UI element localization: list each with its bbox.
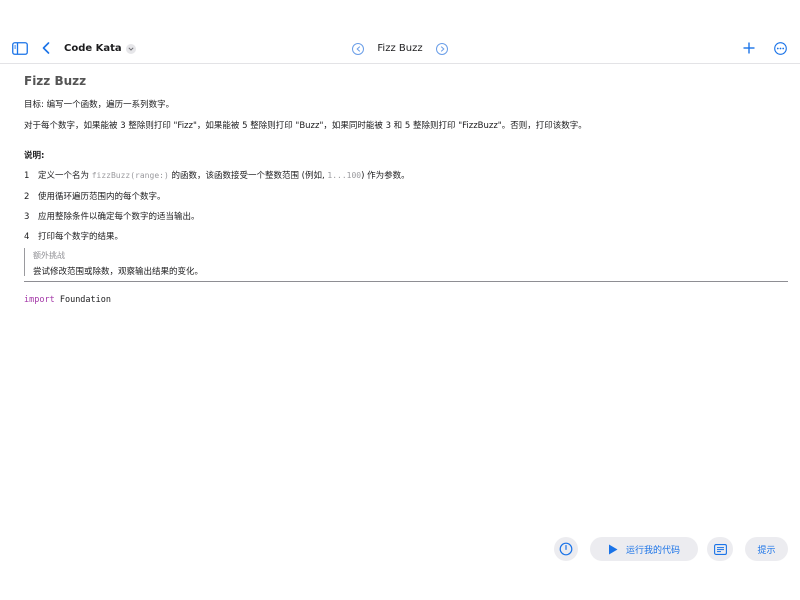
step-number: 1: [24, 171, 30, 181]
add-button[interactable]: [742, 41, 756, 55]
callout-body: 尝试修改范围或除数，观察输出结果的变化。: [33, 267, 204, 277]
hint-label: 提示: [757, 545, 776, 556]
chevron-left-icon: [42, 42, 50, 54]
page-navigator: Fizz Buzz: [352, 34, 448, 63]
sidebar-icon: [12, 41, 28, 55]
step-number: 3: [24, 212, 30, 222]
callout-title: 额外挑战: [33, 251, 65, 260]
toolbar: Code Kata Fizz Buzz: [0, 34, 800, 64]
code-editor[interactable]: import Foundation: [24, 295, 111, 305]
timer-button[interactable]: [554, 537, 578, 561]
extra-challenge-callout: 额外挑战 尝试修改范围或除数，观察输出结果的变化。: [24, 248, 203, 277]
plus-icon: [743, 42, 755, 54]
notes-heading: 说明:: [24, 151, 45, 161]
back-button[interactable]: [40, 41, 52, 55]
run-code-button[interactable]: 运行我的代码: [590, 537, 698, 561]
more-button[interactable]: [773, 41, 787, 55]
code-keyword: import: [24, 295, 55, 305]
step-item: 1 定义一个名为 fizzBuzz(range:) 的函数，该函数接受一个整数范围…: [24, 171, 410, 181]
step-number: 2: [24, 192, 30, 202]
play-icon: [608, 544, 618, 554]
goal-text: 目标: 编写一个函数，遍历一系列数字。: [24, 100, 175, 110]
doc-title: Fizz Buzz: [24, 74, 87, 88]
rule-text: 对于每个数字，如果能被 3 整除则打印 "Fizz"，如果能被 5 整除则打印 …: [24, 121, 587, 131]
notes-button[interactable]: [707, 537, 733, 561]
sidebar-toggle-button[interactable]: [12, 41, 28, 55]
timer-icon: [559, 542, 573, 556]
step-item: 3 应用整除条件以确定每个数字的适当输出。: [24, 212, 200, 222]
chevron-down-icon: [125, 43, 136, 54]
chevron-left-icon: [355, 45, 360, 52]
divider: [24, 281, 788, 282]
app-title: Code Kata: [64, 43, 122, 54]
document-icon: [713, 543, 727, 555]
inline-code: 1...100: [327, 171, 362, 180]
step-item: 4 打印每个数字的结果。: [24, 232, 124, 242]
previous-page-button[interactable]: [352, 42, 364, 55]
page-title: Fizz Buzz: [377, 43, 423, 54]
chevron-right-icon: [440, 45, 445, 52]
code-module: Foundation: [54, 295, 112, 305]
inline-code: fizzBuzz(range:): [91, 171, 169, 180]
run-code-label: 运行我的代码: [625, 545, 680, 556]
app-title-menu[interactable]: Code Kata: [64, 34, 136, 63]
next-page-button[interactable]: [436, 42, 448, 55]
hint-button[interactable]: 提示: [745, 537, 788, 561]
step-item: 2 使用循环遍历范围内的每个数字。: [24, 192, 166, 202]
ellipsis-circle-icon: [773, 41, 787, 55]
step-number: 4: [24, 232, 30, 242]
